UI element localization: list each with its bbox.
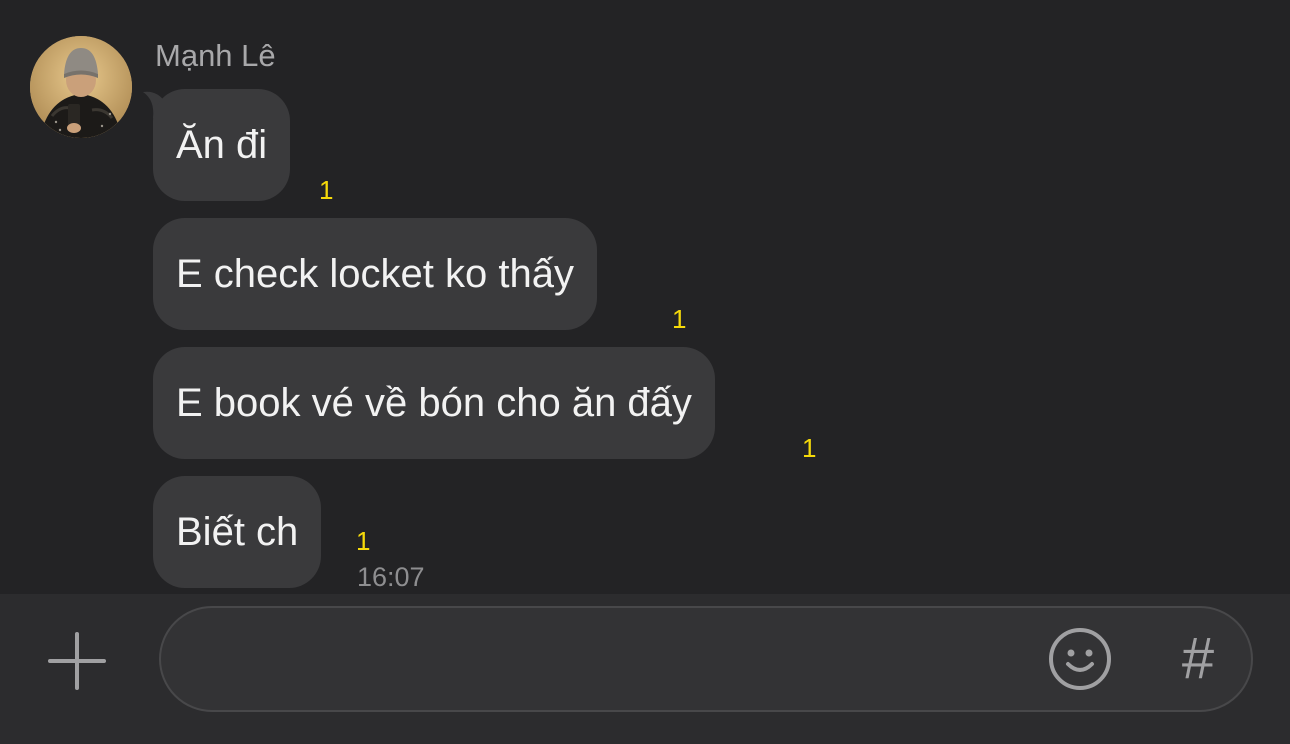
- plus-icon: [48, 632, 106, 690]
- message-bubble[interactable]: Biết ch: [153, 476, 322, 588]
- emoji-button[interactable]: [1047, 626, 1113, 692]
- message-bubble[interactable]: Ăn đi: [153, 89, 291, 201]
- message-bubble[interactable]: E book vé về bón cho ăn đấy: [153, 347, 715, 459]
- message-text: E check locket ko thấy: [176, 252, 574, 296]
- message-text: Biết ch: [176, 510, 299, 554]
- message-bubble[interactable]: E check locket ko thấy: [153, 218, 597, 330]
- message-text: Ăn đi: [176, 123, 268, 167]
- hashtag-button[interactable]: #: [1165, 626, 1231, 692]
- chat-message-area[interactable]: Mạnh Lê Ăn đi 1 E check locket ko thấy 1…: [0, 0, 1290, 594]
- smiley-icon: [1049, 628, 1111, 690]
- message-timestamp: 16:07: [357, 562, 425, 592]
- message-input[interactable]: [189, 608, 1033, 712]
- unread-count: 1: [356, 526, 371, 556]
- avatar-photo: [30, 36, 132, 138]
- unread-count: 1: [672, 304, 687, 334]
- sender-name: Mạnh Lê: [155, 38, 276, 73]
- unread-count: 1: [802, 433, 817, 463]
- sender-avatar[interactable]: [30, 36, 132, 138]
- message-composer: #: [0, 594, 1290, 744]
- message-text: E book vé về bón cho ăn đấy: [176, 381, 692, 425]
- add-attachment-button[interactable]: [46, 630, 108, 692]
- unread-count: 1: [319, 175, 334, 205]
- message-input-field[interactable]: #: [159, 606, 1253, 712]
